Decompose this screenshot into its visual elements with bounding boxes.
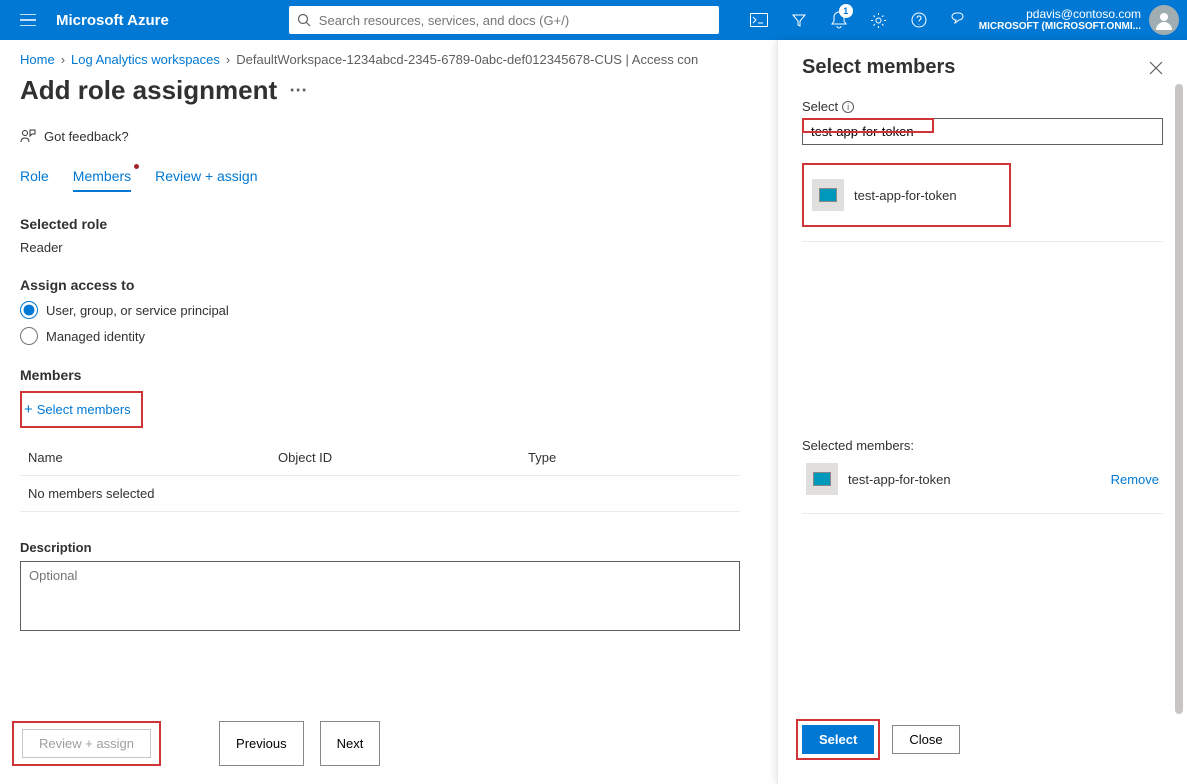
tab-role[interactable]: Role [20, 162, 49, 192]
filter-icon[interactable] [779, 0, 819, 40]
panel-title: Select members [802, 56, 955, 79]
remove-link[interactable]: Remove [1111, 472, 1159, 487]
highlight-result: test-app-for-token [802, 163, 1011, 227]
more-icon[interactable]: ⋯ [289, 80, 307, 101]
select-field-label: Select i [802, 99, 1163, 114]
menu-icon[interactable] [8, 0, 48, 40]
breadcrumb-current: DefaultWorkspace-1234abcd-2345-6789-0abc… [236, 52, 698, 67]
highlight-search-input [802, 118, 934, 133]
select-members-link[interactable]: + Select members [24, 395, 135, 424]
top-bar: Microsoft Azure 1 pdavis@contoso.com MIC… [0, 0, 1187, 40]
search-input[interactable] [319, 13, 711, 28]
table-row-empty: No members selected [20, 475, 740, 511]
breadcrumb-law[interactable]: Log Analytics workspaces [71, 52, 220, 67]
previous-button[interactable]: Previous [219, 721, 304, 766]
plus-icon: + [24, 401, 33, 418]
tab-dot-icon [134, 164, 139, 169]
tab-members[interactable]: Members [73, 162, 131, 192]
search-result-item[interactable]: test-app-for-token [808, 169, 961, 221]
app-icon [812, 179, 844, 211]
person-feedback-icon [20, 128, 36, 144]
info-icon[interactable]: i [842, 101, 854, 113]
divider [802, 241, 1163, 242]
radio-user-input[interactable] [20, 301, 38, 319]
select-button[interactable]: Select [802, 725, 874, 754]
feedback-icon[interactable] [939, 0, 979, 40]
col-type: Type [528, 450, 728, 465]
notifications-icon[interactable]: 1 [819, 0, 859, 40]
review-assign-button[interactable]: Review + assign [22, 729, 151, 758]
search-icon [297, 13, 311, 27]
brand[interactable]: Microsoft Azure [56, 12, 169, 29]
help-icon[interactable] [899, 0, 939, 40]
selected-member-name: test-app-for-token [848, 472, 951, 487]
description-input[interactable] [20, 561, 740, 631]
global-search[interactable] [289, 6, 719, 34]
divider [802, 513, 1163, 514]
close-button[interactable]: Close [892, 725, 959, 754]
highlight-select-button: Select [796, 719, 880, 760]
table-header: Name Object ID Type [20, 440, 740, 475]
panel-scrollbar[interactable] [1175, 80, 1185, 736]
notification-badge: 1 [839, 4, 853, 18]
account-email: pdavis@contoso.com [979, 7, 1141, 21]
select-members-panel: Select members Select i test-app-for-tok… [777, 40, 1187, 784]
breadcrumb-home[interactable]: Home [20, 52, 55, 67]
tab-review[interactable]: Review + assign [155, 162, 257, 192]
account-info[interactable]: pdavis@contoso.com MICROSOFT (MICROSOFT.… [979, 7, 1149, 33]
selected-member-item: test-app-for-token Remove [802, 453, 1163, 505]
col-id: Object ID [278, 450, 528, 465]
radio-mi-input[interactable] [20, 327, 38, 345]
panel-footer: Select Close [778, 707, 1187, 784]
next-button[interactable]: Next [320, 721, 381, 766]
highlight-review-assign: Review + assign [12, 721, 161, 766]
account-tenant: MICROSOFT (MICROSOFT.ONMI... [979, 21, 1141, 33]
selected-members-heading: Selected members: [802, 438, 1163, 453]
app-icon [806, 463, 838, 495]
avatar[interactable] [1149, 5, 1179, 35]
result-name: test-app-for-token [854, 188, 957, 203]
close-icon[interactable] [1149, 61, 1163, 75]
settings-icon[interactable] [859, 0, 899, 40]
highlight-select-members: + Select members [20, 391, 143, 428]
members-table: Name Object ID Type No members selected [20, 440, 740, 512]
cloud-shell-icon[interactable] [739, 0, 779, 40]
page-title: Add role assignment [20, 75, 277, 106]
col-name: Name [28, 450, 278, 465]
